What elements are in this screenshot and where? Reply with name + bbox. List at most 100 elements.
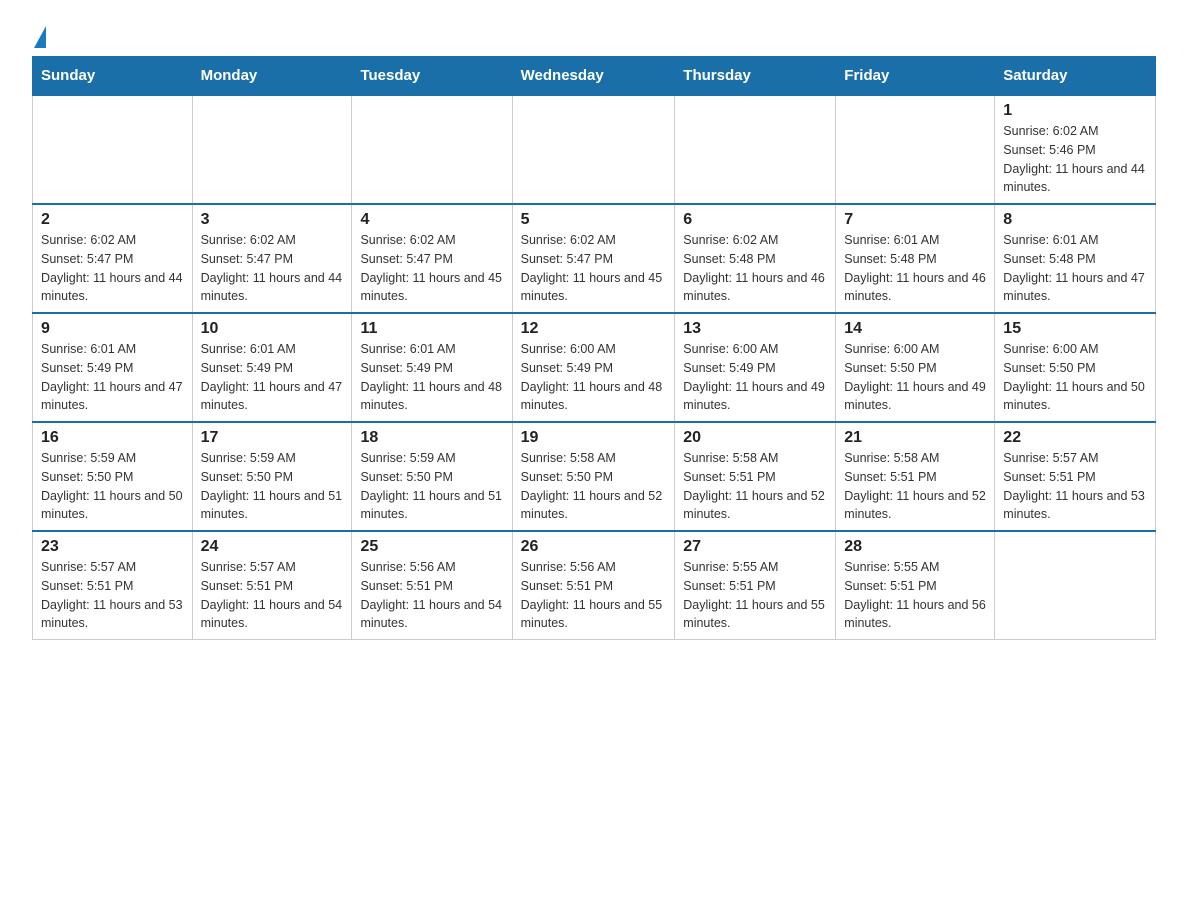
day-of-week-header: Sunday [33,57,193,96]
day-info: Sunrise: 6:00 AM Sunset: 5:50 PM Dayligh… [1003,340,1147,415]
calendar-cell: 8 Sunrise: 6:01 AM Sunset: 5:48 PM Daylig… [995,204,1156,313]
day-info: Sunrise: 5:55 AM Sunset: 5:51 PM Dayligh… [844,558,986,633]
calendar-cell: 18Sunrise: 5:59 AM Sunset: 5:50 PM Dayli… [352,422,512,531]
day-of-week-header: Friday [836,57,995,96]
calendar-cell [192,95,352,204]
calendar-cell: 13 Sunrise: 6:00 AM Sunset: 5:49 PM Dayli… [675,313,836,422]
day-info: Sunrise: 5:58 AM Sunset: 5:51 PM Dayligh… [683,449,827,524]
day-number: 26 [521,538,667,556]
day-info: Sunrise: 5:59 AM Sunset: 5:50 PM Dayligh… [41,449,184,524]
calendar-week-row: 9 Sunrise: 6:01 AM Sunset: 5:49 PM Daylig… [33,313,1156,422]
day-info: Sunrise: 6:00 AM Sunset: 5:50 PM Dayligh… [844,340,986,415]
calendar-cell: 9Sunrise: 6:01 AM Sunset: 5:49 PM Daylig… [33,313,193,422]
day-info: Sunrise: 5:59 AM Sunset: 5:50 PM Dayligh… [201,449,344,524]
day-info: Sunrise: 6:00 AM Sunset: 5:49 PM Dayligh… [683,340,827,415]
calendar-cell: 10 Sunrise: 6:01 AM Sunset: 5:49 PM Dayli… [192,313,352,422]
day-info: Sunrise: 6:02 AM Sunset: 5:47 PM Dayligh… [360,231,503,306]
day-info: Sunrise: 6:02 AM Sunset: 5:46 PM Dayligh… [1003,122,1147,197]
day-number: 28 [844,538,986,556]
day-header-row: SundayMondayTuesdayWednesdayThursdayFrid… [33,57,1156,96]
calendar-cell: 5Sunrise: 6:02 AM Sunset: 5:47 PM Daylig… [512,204,675,313]
day-number: 19 [521,429,667,447]
calendar-cell: 20 Sunrise: 5:58 AM Sunset: 5:51 PM Dayli… [675,422,836,531]
calendar-cell: 23 Sunrise: 5:57 AM Sunset: 5:51 PM Dayli… [33,531,193,640]
calendar-cell: 27 Sunrise: 5:55 AM Sunset: 5:51 PM Dayli… [675,531,836,640]
day-number: 11 [360,320,503,338]
calendar-cell: 25 Sunrise: 5:56 AM Sunset: 5:51 PM Dayli… [352,531,512,640]
calendar-cell: 28 Sunrise: 5:55 AM Sunset: 5:51 PM Dayli… [836,531,995,640]
calendar-cell [995,531,1156,640]
day-number: 17 [201,429,344,447]
day-info: Sunrise: 5:57 AM Sunset: 5:51 PM Dayligh… [1003,449,1147,524]
day-of-week-header: Wednesday [512,57,675,96]
day-info: Sunrise: 6:02 AM Sunset: 5:47 PM Dayligh… [201,231,344,306]
calendar-cell: 3 Sunrise: 6:02 AM Sunset: 5:47 PM Daylig… [192,204,352,313]
calendar-cell: 1 Sunrise: 6:02 AM Sunset: 5:46 PM Daylig… [995,95,1156,204]
day-number: 16 [41,429,184,447]
day-info: Sunrise: 6:01 AM Sunset: 5:48 PM Dayligh… [844,231,986,306]
calendar-cell [675,95,836,204]
day-info: Sunrise: 6:01 AM Sunset: 5:49 PM Dayligh… [201,340,344,415]
day-of-week-header: Tuesday [352,57,512,96]
calendar-cell [352,95,512,204]
calendar-cell: 14 Sunrise: 6:00 AM Sunset: 5:50 PM Dayli… [836,313,995,422]
day-number: 3 [201,211,344,229]
header [32,24,1156,44]
day-info: Sunrise: 5:57 AM Sunset: 5:51 PM Dayligh… [41,558,184,633]
day-number: 13 [683,320,827,338]
day-info: Sunrise: 6:01 AM Sunset: 5:48 PM Dayligh… [1003,231,1147,306]
calendar-cell: 26 Sunrise: 5:56 AM Sunset: 5:51 PM Dayli… [512,531,675,640]
calendar-cell: 19Sunrise: 5:58 AM Sunset: 5:50 PM Dayli… [512,422,675,531]
day-info: Sunrise: 6:02 AM Sunset: 5:47 PM Dayligh… [41,231,184,306]
day-info: Sunrise: 6:01 AM Sunset: 5:49 PM Dayligh… [360,340,503,415]
day-number: 7 [844,211,986,229]
day-number: 18 [360,429,503,447]
calendar-cell [512,95,675,204]
day-number: 27 [683,538,827,556]
calendar-cell: 21Sunrise: 5:58 AM Sunset: 5:51 PM Dayli… [836,422,995,531]
calendar-cell: 2 Sunrise: 6:02 AM Sunset: 5:47 PM Daylig… [33,204,193,313]
day-info: Sunrise: 5:55 AM Sunset: 5:51 PM Dayligh… [683,558,827,633]
calendar-cell: 15 Sunrise: 6:00 AM Sunset: 5:50 PM Dayli… [995,313,1156,422]
page: SundayMondayTuesdayWednesdayThursdayFrid… [0,0,1188,672]
day-number: 9 [41,320,184,338]
calendar-week-row: 23 Sunrise: 5:57 AM Sunset: 5:51 PM Dayli… [33,531,1156,640]
day-of-week-header: Thursday [675,57,836,96]
calendar-cell: 6Sunrise: 6:02 AM Sunset: 5:48 PM Daylig… [675,204,836,313]
calendar-cell: 17 Sunrise: 5:59 AM Sunset: 5:50 PM Dayli… [192,422,352,531]
day-info: Sunrise: 6:02 AM Sunset: 5:48 PM Dayligh… [683,231,827,306]
day-number: 15 [1003,320,1147,338]
calendar-cell: 4 Sunrise: 6:02 AM Sunset: 5:47 PM Daylig… [352,204,512,313]
day-number: 4 [360,211,503,229]
day-info: Sunrise: 5:57 AM Sunset: 5:51 PM Dayligh… [201,558,344,633]
calendar-week-row: 1 Sunrise: 6:02 AM Sunset: 5:46 PM Daylig… [33,95,1156,204]
day-number: 21 [844,429,986,447]
calendar: SundayMondayTuesdayWednesdayThursdayFrid… [32,56,1156,640]
day-number: 20 [683,429,827,447]
calendar-week-row: 16 Sunrise: 5:59 AM Sunset: 5:50 PM Dayli… [33,422,1156,531]
calendar-cell: 12Sunrise: 6:00 AM Sunset: 5:49 PM Dayli… [512,313,675,422]
day-number: 1 [1003,102,1147,120]
logo-top [32,24,46,48]
day-info: Sunrise: 5:56 AM Sunset: 5:51 PM Dayligh… [360,558,503,633]
logo [32,24,46,44]
day-number: 14 [844,320,986,338]
calendar-cell: 22 Sunrise: 5:57 AM Sunset: 5:51 PM Dayli… [995,422,1156,531]
day-info: Sunrise: 5:56 AM Sunset: 5:51 PM Dayligh… [521,558,667,633]
day-number: 2 [41,211,184,229]
day-number: 25 [360,538,503,556]
day-number: 23 [41,538,184,556]
calendar-cell: 16 Sunrise: 5:59 AM Sunset: 5:50 PM Dayli… [33,422,193,531]
calendar-week-row: 2 Sunrise: 6:02 AM Sunset: 5:47 PM Daylig… [33,204,1156,313]
day-number: 10 [201,320,344,338]
day-info: Sunrise: 6:00 AM Sunset: 5:49 PM Dayligh… [521,340,667,415]
calendar-cell: 24 Sunrise: 5:57 AM Sunset: 5:51 PM Dayli… [192,531,352,640]
calendar-cell [33,95,193,204]
calendar-cell: 11 Sunrise: 6:01 AM Sunset: 5:49 PM Dayli… [352,313,512,422]
day-number: 22 [1003,429,1147,447]
logo-triangle-icon [34,26,46,48]
day-of-week-header: Monday [192,57,352,96]
day-number: 8 [1003,211,1147,229]
day-number: 24 [201,538,344,556]
calendar-cell: 7 Sunrise: 6:01 AM Sunset: 5:48 PM Daylig… [836,204,995,313]
